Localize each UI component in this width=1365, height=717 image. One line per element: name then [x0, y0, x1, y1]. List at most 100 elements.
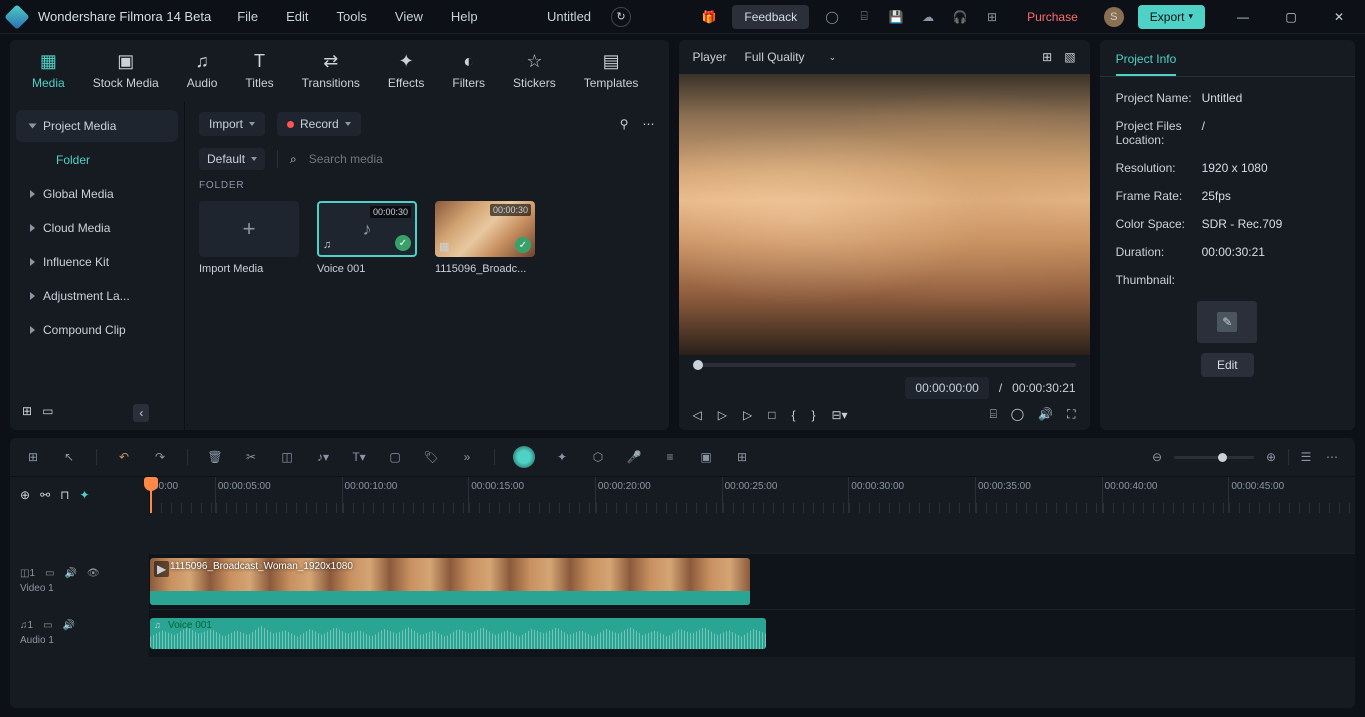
mark-in-button[interactable]: { — [791, 408, 795, 422]
quality-dropdown[interactable]: Full Quality⌄ — [745, 50, 837, 64]
stop-button[interactable]: □ — [768, 408, 775, 422]
grid-icon[interactable]: ⊞ — [733, 450, 751, 464]
lock-icon[interactable]: ▭ — [45, 568, 54, 579]
sidebar-item-compound-clip[interactable]: Compound Clip — [16, 314, 178, 346]
mic-icon[interactable]: 🎤 — [625, 450, 643, 464]
play-button[interactable]: ▷ — [718, 408, 727, 422]
tab-stickers[interactable]: ☆Stickers — [513, 50, 556, 90]
feedback-button[interactable]: Feedback — [732, 5, 809, 29]
camera-icon[interactable]: ◯ — [1011, 407, 1024, 422]
pointer-icon[interactable]: ↖ — [60, 450, 78, 464]
sidebar-item-project-media[interactable]: Project Media — [16, 110, 178, 142]
ai-avatar-icon[interactable] — [513, 446, 535, 468]
sort-dropdown[interactable]: Default — [199, 148, 265, 170]
playhead[interactable] — [150, 477, 152, 513]
tab-stock-media[interactable]: ▣Stock Media — [93, 50, 159, 90]
tab-filters[interactable]: ◐Filters — [452, 50, 485, 90]
media-item-voice[interactable]: ♪ 00:00:30 ♫ ✓ Voice 001 — [317, 201, 417, 275]
video-track-icon[interactable]: ◫1 — [20, 568, 35, 579]
zoom-knob[interactable] — [1218, 453, 1227, 462]
snapshot-view-icon[interactable]: ▧ — [1064, 50, 1075, 64]
clip-options-icon[interactable]: ⊟▾ — [832, 408, 848, 422]
history-icon[interactable]: ↻ — [611, 7, 631, 27]
tab-transitions[interactable]: ⇄Transitions — [302, 50, 360, 90]
prev-frame-button[interactable]: ◁ — [693, 408, 702, 422]
more-tools-icon[interactable]: » — [458, 450, 476, 464]
sidebar-item-global-media[interactable]: Global Media — [16, 178, 178, 210]
info-tab-label[interactable]: Project Info — [1116, 52, 1177, 76]
import-dropdown[interactable]: Import — [199, 112, 265, 136]
import-media-tile[interactable]: + Import Media — [199, 201, 299, 275]
filter-icon[interactable]: ⚲ — [620, 117, 629, 131]
media-item-broadcast[interactable]: 00:00:30 ▦ ✓ 1115096_Broadc... — [435, 201, 535, 275]
scrubber[interactable] — [693, 363, 1076, 367]
sidebar-item-adjustment-layer[interactable]: Adjustment La... — [16, 280, 178, 312]
visibility-icon[interactable]: 👁 — [87, 568, 100, 579]
music-icon[interactable]: ♪▾ — [314, 450, 332, 464]
new-folder-icon[interactable]: ⊞ — [22, 404, 32, 422]
delete-icon[interactable]: 🗑 — [206, 450, 224, 464]
compare-view-icon[interactable]: ⊞ — [1042, 50, 1052, 64]
menu-help[interactable]: Help — [443, 5, 486, 28]
layout-icon[interactable]: ⊞ — [24, 450, 42, 464]
gift-icon[interactable]: 🎁 — [700, 8, 718, 26]
edit-button[interactable]: Edit — [1201, 353, 1254, 377]
user-avatar[interactable]: S — [1104, 7, 1124, 27]
undo-icon[interactable]: ↶ — [115, 450, 133, 464]
marker-icon[interactable]: ✦ — [80, 488, 90, 502]
zoom-in-icon[interactable]: ⊕ — [1262, 450, 1280, 464]
shield-icon[interactable]: ⬡ — [589, 450, 607, 464]
sidebar-item-cloud-media[interactable]: Cloud Media — [16, 212, 178, 244]
zoom-slider[interactable] — [1174, 456, 1254, 459]
volume-icon[interactable]: 🔊 — [1038, 407, 1053, 422]
display-icon[interactable]: ⌸ — [990, 407, 997, 422]
scrubber-handle[interactable] — [693, 360, 703, 370]
frame-icon[interactable]: ▣ — [697, 450, 715, 464]
equalizer-icon[interactable]: ≡ — [661, 450, 679, 464]
zoom-out-icon[interactable]: ⊖ — [1148, 450, 1166, 464]
tab-audio[interactable]: ♫Audio — [187, 50, 218, 90]
minimize-button[interactable]: — — [1225, 3, 1261, 31]
time-ruler[interactable]: 00:00 00:00:05:00 00:00:10:00 00:00:15:0… — [150, 477, 1355, 513]
crop-icon[interactable]: ◫ — [278, 450, 296, 464]
video-clip[interactable]: ▶ 1115096_Broadcast_Woman_1920x1080 — [150, 558, 750, 605]
mark-out-button[interactable]: } — [811, 408, 815, 422]
tab-effects[interactable]: ✦Effects — [388, 50, 424, 90]
tag-icon[interactable]: 🏷 — [422, 450, 440, 464]
list-icon[interactable]: ☰ — [1297, 450, 1315, 464]
mute-icon[interactable]: 🔊 — [63, 620, 75, 631]
fullscreen-icon[interactable]: ⛶ — [1067, 407, 1075, 422]
folder-icon[interactable]: ▭ — [42, 404, 53, 422]
sidebar-item-influence-kit[interactable]: Influence Kit — [16, 246, 178, 278]
circle-icon[interactable]: ◯ — [823, 8, 841, 26]
more-icon[interactable]: ⋯ — [643, 117, 655, 131]
player-viewport[interactable] — [679, 74, 1090, 355]
play-forward-button[interactable]: ▷ — [743, 408, 752, 422]
tab-media[interactable]: ▦Media — [32, 50, 65, 90]
audio-clip[interactable]: ♫ Voice 001 — [150, 618, 766, 649]
link-icon[interactable]: ⚯ — [40, 488, 50, 502]
cloud-icon[interactable]: ☁ — [919, 8, 937, 26]
export-button[interactable]: Export ▾ — [1138, 5, 1205, 29]
menu-tools[interactable]: Tools — [329, 5, 375, 28]
sidebar-item-folder[interactable]: Folder — [16, 144, 178, 176]
search-input[interactable] — [309, 152, 655, 166]
purchase-button[interactable]: Purchase — [1015, 5, 1090, 29]
rect-icon[interactable]: ▢ — [386, 450, 404, 464]
apps-icon[interactable]: ⊞ — [983, 8, 1001, 26]
redo-icon[interactable]: ↷ — [151, 450, 169, 464]
audio-track-icon[interactable]: ♫1 — [20, 620, 33, 631]
monitor-icon[interactable]: ⌸ — [855, 8, 873, 26]
menu-view[interactable]: View — [387, 5, 431, 28]
magnet-icon[interactable]: ⊓ — [60, 488, 69, 502]
tab-templates[interactable]: ▤Templates — [584, 50, 639, 90]
save-icon[interactable]: 💾 — [887, 8, 905, 26]
text-icon[interactable]: T▾ — [350, 450, 368, 464]
headphones-icon[interactable]: 🎧 — [951, 8, 969, 26]
record-dropdown[interactable]: Record — [277, 112, 361, 136]
pencil-icon[interactable]: ✎ — [1217, 312, 1237, 332]
maximize-button[interactable]: ▢ — [1273, 3, 1309, 31]
lock-icon[interactable]: ▭ — [43, 620, 52, 631]
menu-file[interactable]: File — [229, 5, 266, 28]
cut-icon[interactable]: ✂ — [242, 450, 260, 464]
